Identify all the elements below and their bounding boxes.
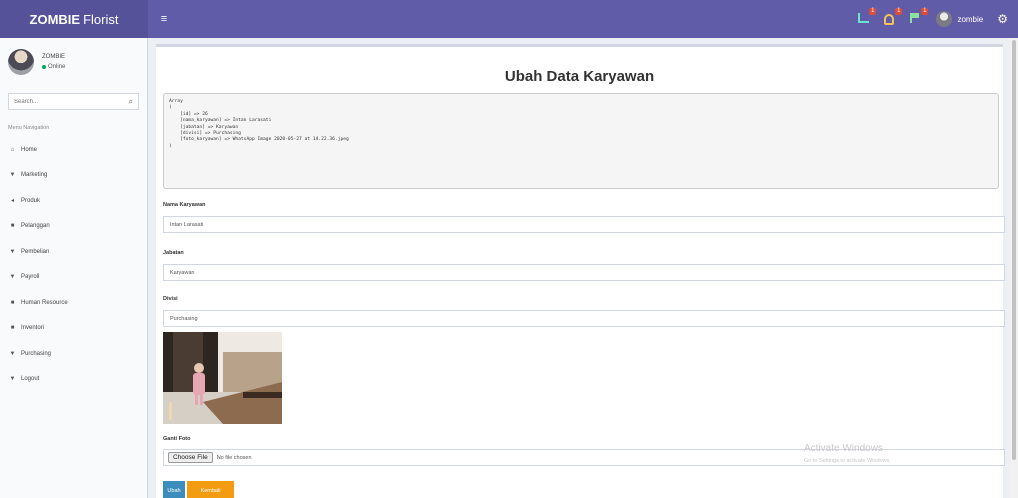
sidebar-user-name: ZOMBIE bbox=[42, 54, 66, 60]
main-header: ZOMBIE Florist ≡ 1 1 1 zombie ⚙ bbox=[0, 0, 1018, 38]
sidebar-item-pembelian[interactable]: ▼ Pembelian bbox=[0, 239, 147, 265]
user-menu[interactable]: zombie bbox=[936, 11, 983, 27]
sidebar-item-label: Logout bbox=[21, 376, 40, 383]
sidebar-item-produk[interactable]: ◂ Produk bbox=[0, 188, 147, 214]
search-input[interactable] bbox=[14, 98, 114, 105]
sidebar-item-label: Inventori bbox=[21, 325, 45, 332]
notification-badge: 1 bbox=[869, 8, 877, 15]
cart-icon: ▼ bbox=[9, 248, 16, 255]
watermark-subtitle: Go to Settings to activate Windows. bbox=[804, 458, 891, 464]
sidebar-item-marketing[interactable]: ▼ Marketing bbox=[0, 163, 147, 189]
tasks-icon bbox=[858, 13, 870, 23]
kembali-button[interactable]: Kembali bbox=[187, 481, 234, 498]
sidebar-item-pelanggan[interactable]: ■ Pelanggan bbox=[0, 214, 147, 240]
nama-label: Nama Karyawan bbox=[163, 202, 206, 208]
sidebar-item-label: Purchasing bbox=[21, 350, 52, 357]
sidebar-item-home[interactable]: ⌂ Home bbox=[0, 137, 147, 163]
employee-photo bbox=[163, 332, 282, 424]
sidebar-toggle-button[interactable]: ≡ bbox=[156, 13, 172, 25]
status-label: Online bbox=[48, 64, 66, 70]
payroll-icon: ▼ bbox=[9, 274, 16, 281]
online-dot-icon bbox=[42, 65, 46, 69]
user-status: Online bbox=[42, 64, 65, 70]
content-wrapper: Ubah Data Karyawan Array ( [id] => 26 [n… bbox=[148, 38, 1010, 498]
jabatan-label: Jabatan bbox=[163, 250, 184, 256]
jabatan-field[interactable] bbox=[163, 264, 1005, 281]
divisi-label: Divisi bbox=[163, 296, 178, 302]
sidebar-item-purchasing[interactable]: ▼ Purchasing bbox=[0, 341, 147, 367]
avatar bbox=[936, 11, 953, 27]
debug-output: Array ( [id] => 26 [nama_karyawan] => In… bbox=[163, 93, 999, 189]
purchasing-icon: ▼ bbox=[9, 350, 16, 357]
sidebar-item-label: Home bbox=[21, 146, 38, 153]
gears-icon[interactable]: ⚙ bbox=[997, 12, 1008, 26]
flags-menu[interactable]: 1 bbox=[910, 8, 929, 25]
sidebar-item-label: Marketing bbox=[21, 172, 48, 179]
ganti-foto-label: Ganti Foto bbox=[163, 436, 191, 442]
activate-windows-watermark: Activate Windows Go to Settings to activ… bbox=[804, 443, 891, 464]
choose-file-button[interactable]: Choose File bbox=[168, 452, 213, 463]
page-scrollbar[interactable] bbox=[1010, 38, 1018, 498]
messages-menu[interactable]: 1 bbox=[884, 8, 903, 25]
tag-icon: ▼ bbox=[9, 172, 16, 179]
sidebar-menu: ⌂ Home ▼ Marketing ◂ Produk ■ Pelanggan ▼ Pembeli… bbox=[0, 137, 147, 392]
nama-karyawan-field[interactable] bbox=[163, 216, 1005, 233]
logo-bold: ZOMBIE bbox=[29, 11, 81, 27]
sidebar-item-human-resource[interactable]: ■ Human Resource bbox=[0, 290, 147, 316]
notification-badge: 1 bbox=[895, 8, 903, 15]
sidebar-item-payroll[interactable]: ▼ Payroll bbox=[0, 265, 147, 291]
notifications-menu[interactable]: 1 bbox=[858, 8, 877, 25]
menu-header: Menu Navigation bbox=[8, 125, 50, 131]
sidebar-item-label: Pelanggan bbox=[21, 223, 50, 230]
search-icon[interactable]: ⌕ bbox=[129, 97, 133, 107]
divisi-field[interactable] bbox=[163, 310, 1005, 327]
navbar-user-name: zombie bbox=[957, 14, 984, 24]
sidebar-item-label: Human Resource bbox=[21, 299, 68, 306]
sidebar: ZOMBIE Online ⌕ Menu Navigation ⌂ Home ▼ Ma… bbox=[0, 38, 148, 498]
sidebar-avatar bbox=[8, 49, 34, 75]
sidebar-item-label: Pembelian bbox=[21, 248, 50, 255]
flag-icon bbox=[910, 13, 920, 23]
edit-employee-box: Ubah Data Karyawan Array ( [id] => 26 [n… bbox=[156, 44, 1005, 498]
bell-icon bbox=[884, 14, 895, 25]
logo-rest: Florist bbox=[83, 11, 119, 27]
watermark-title: Activate Windows bbox=[804, 443, 883, 454]
page-title: Ubah Data Karyawan bbox=[504, 68, 655, 85]
sidebar-item-logout[interactable]: ▼ Logout bbox=[0, 367, 147, 393]
hr-icon: ■ bbox=[10, 299, 15, 306]
sidebar-item-label: Produk bbox=[21, 197, 41, 204]
logout-icon: ▼ bbox=[9, 376, 16, 383]
file-status: No file chosen bbox=[216, 454, 252, 461]
user-panel: ZOMBIE Online bbox=[0, 38, 147, 86]
notification-badge: 1 bbox=[921, 8, 929, 15]
home-icon: ⌂ bbox=[10, 146, 15, 153]
ubah-button[interactable]: Ubah bbox=[163, 481, 185, 498]
users-icon: ■ bbox=[10, 223, 15, 230]
sidebar-item-inventori[interactable]: ■ Inventori bbox=[0, 316, 147, 342]
scroll-thumb[interactable] bbox=[1012, 40, 1016, 460]
sidebar-search: ⌕ bbox=[8, 93, 139, 110]
app-logo[interactable]: ZOMBIE Florist bbox=[0, 0, 148, 38]
navbar-right: 1 1 1 zombie ⚙ bbox=[858, 0, 1008, 38]
product-icon: ◂ bbox=[10, 198, 14, 205]
sidebar-item-label: Payroll bbox=[21, 274, 40, 281]
inventory-icon: ■ bbox=[10, 325, 15, 332]
photo-image bbox=[163, 332, 282, 424]
